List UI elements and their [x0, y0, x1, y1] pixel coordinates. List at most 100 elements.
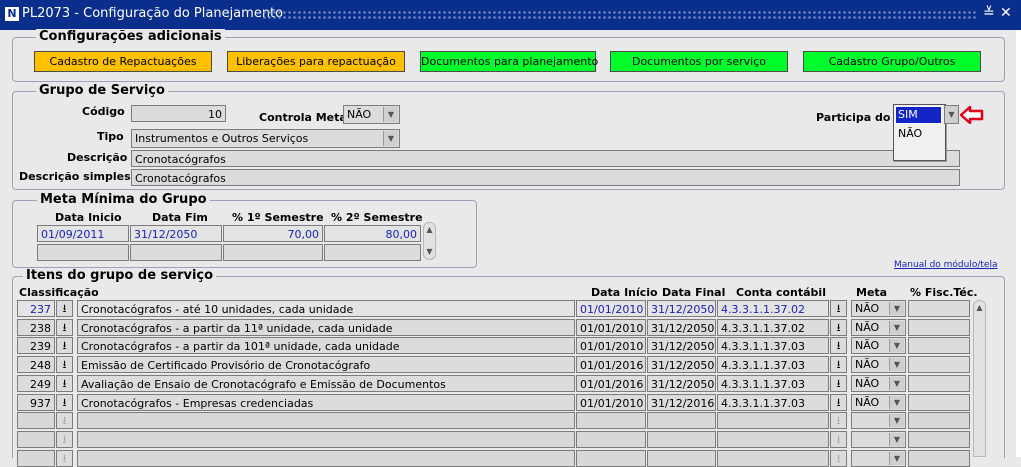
item-fisc-field[interactable] — [908, 356, 970, 373]
codigo-field[interactable]: 10 — [131, 105, 226, 122]
chevron-down-icon[interactable]: ▼ — [944, 105, 959, 124]
download-icon[interactable]: ⭳ — [830, 431, 847, 448]
cadastro-repactuacoes-button[interactable]: Cadastro de Repactuações — [34, 51, 212, 72]
item-code-field[interactable]: 238 — [17, 319, 55, 336]
item-conta-field[interactable]: 4.3.3.1.1.37.03 — [717, 337, 829, 354]
item-fisc-field[interactable] — [908, 450, 970, 467]
download-icon[interactable]: ⭳ — [56, 319, 73, 336]
chevron-down-icon[interactable]: ▼ — [889, 339, 904, 352]
item-data-inicio-field[interactable]: 01/01/2016 — [576, 375, 646, 392]
item-conta-field[interactable] — [717, 431, 829, 448]
item-conta-field[interactable]: 4.3.3.1.1.37.03 — [717, 394, 829, 411]
item-code-field[interactable]: 239 — [17, 337, 55, 354]
item-data-inicio-field[interactable]: 01/01/2010 — [576, 394, 646, 411]
item-data-inicio-field[interactable]: 01/01/2016 — [576, 356, 646, 373]
descricao-field[interactable]: Cronotacógrafos — [131, 150, 960, 167]
item-data-final-field[interactable] — [647, 450, 716, 467]
item-description-field[interactable]: Avaliação de Ensaio de Cronotacógrafo e … — [77, 375, 575, 392]
item-meta-select[interactable]: NÃO ▼ — [851, 394, 906, 411]
chevron-down-icon[interactable]: ▼ — [889, 321, 904, 334]
chevron-down-icon[interactable]: ▼ — [889, 433, 904, 446]
item-description-field[interactable] — [77, 450, 575, 467]
documentos-servico-button[interactable]: Documentos por serviço — [610, 51, 788, 72]
item-meta-select[interactable]: ▼ — [851, 431, 906, 448]
item-description-field[interactable]: Cronotacógrafos - a partir da 101ª unida… — [77, 337, 575, 354]
item-data-final-field[interactable]: 31/12/2050 — [647, 356, 716, 373]
descricao-simples-field[interactable]: Cronotacógrafos — [131, 169, 960, 186]
item-code-field[interactable]: 937 — [17, 394, 55, 411]
item-meta-select[interactable]: ▼ — [851, 412, 906, 429]
item-data-final-field[interactable] — [647, 431, 716, 448]
item-code-field[interactable] — [17, 431, 55, 448]
item-data-final-field[interactable]: 31/12/2050 — [647, 319, 716, 336]
item-data-inicio-field[interactable] — [576, 450, 646, 467]
item-description-field[interactable]: Emissão de Certificado Provisório de Cro… — [77, 356, 575, 373]
item-description-field[interactable]: Cronotacógrafos - Empresas credenciadas — [77, 394, 575, 411]
download-icon[interactable]: ⭳ — [56, 375, 73, 392]
download-icon[interactable]: ⭳ — [56, 431, 73, 448]
cadastro-grupo-button[interactable]: Cadastro Grupo/Outros — [803, 51, 981, 72]
documentos-planejamento-button[interactable]: Documentos para planejamento — [420, 51, 598, 72]
close-icon[interactable]: ✕ — [1000, 5, 1012, 21]
item-description-field[interactable]: Cronotacógrafos - a partir da 11ª unidad… — [77, 319, 575, 336]
participa-option-nao[interactable]: NÃO — [896, 126, 941, 142]
item-fisc-field[interactable] — [908, 337, 970, 354]
download-icon[interactable]: ⭳ — [56, 356, 73, 373]
item-description-field[interactable] — [77, 412, 575, 429]
minimize-icon[interactable]: ≚ — [983, 5, 995, 21]
meta-empty-field[interactable] — [223, 244, 323, 261]
item-meta-select[interactable]: NÃO ▼ — [851, 300, 906, 317]
controla-meta-select[interactable]: NÃO ▼ — [343, 105, 400, 124]
participa-option-sim[interactable]: SIM — [895, 106, 942, 124]
item-data-final-field[interactable]: 31/12/2050 — [647, 300, 716, 317]
item-meta-select[interactable]: NÃO ▼ — [851, 375, 906, 392]
download-icon[interactable]: ⭳ — [830, 356, 847, 373]
item-meta-select[interactable]: NÃO ▼ — [851, 319, 906, 336]
item-data-inicio-field[interactable] — [576, 412, 646, 429]
tipo-select[interactable]: Instrumentos e Outros Serviços ▼ — [131, 129, 400, 148]
meta-empty-field[interactable] — [37, 244, 129, 261]
scroll-down-icon[interactable]: ▼ — [424, 246, 435, 258]
item-fisc-field[interactable] — [908, 319, 970, 336]
chevron-down-icon[interactable]: ▼ — [889, 452, 904, 465]
item-conta-field[interactable]: 4.3.3.1.1.37.02 — [717, 319, 829, 336]
itens-scrollbar[interactable]: ▲ — [973, 300, 986, 457]
item-meta-select[interactable]: NÃO ▼ — [851, 337, 906, 354]
item-data-inicio-field[interactable] — [576, 431, 646, 448]
manual-link[interactable]: Manual do módulo/tela — [894, 260, 997, 270]
meta-empty-field[interactable] — [130, 244, 222, 261]
item-meta-select[interactable]: ▼ — [851, 450, 906, 467]
download-icon[interactable]: ⭳ — [830, 337, 847, 354]
item-data-final-field[interactable]: 31/12/2016 — [647, 394, 716, 411]
item-fisc-field[interactable] — [908, 394, 970, 411]
item-code-field[interactable]: 248 — [17, 356, 55, 373]
item-description-field[interactable]: Cronotacógrafos - até 10 unidades, cada … — [77, 300, 575, 317]
download-icon[interactable]: ⭳ — [56, 450, 73, 467]
item-code-field[interactable] — [17, 450, 55, 467]
meta-sem2-field[interactable]: 80,00 — [324, 225, 421, 242]
download-icon[interactable]: ⭳ — [830, 412, 847, 429]
download-icon[interactable]: ⭳ — [830, 394, 847, 411]
item-conta-field[interactable] — [717, 412, 829, 429]
item-data-inicio-field[interactable]: 01/01/2010 — [576, 300, 646, 317]
item-conta-field[interactable]: 4.3.3.1.1.37.03 — [717, 356, 829, 373]
item-fisc-field[interactable] — [908, 412, 970, 429]
meta-scrollbar[interactable]: ▲ ▼ — [423, 222, 436, 260]
item-code-field[interactable]: 237 — [17, 300, 55, 317]
item-data-inicio-field[interactable]: 01/01/2010 — [576, 319, 646, 336]
item-data-final-field[interactable]: 31/12/2050 — [647, 337, 716, 354]
liberacoes-button[interactable]: Liberações para repactuação — [227, 51, 405, 72]
item-code-field[interactable] — [17, 412, 55, 429]
item-conta-field[interactable]: 4.3.3.1.1.37.02 — [717, 300, 829, 317]
download-icon[interactable]: ⭳ — [56, 394, 73, 411]
meta-data-fim-field[interactable]: 31/12/2050 — [130, 225, 222, 242]
chevron-down-icon[interactable]: ▼ — [889, 302, 904, 315]
item-description-field[interactable] — [77, 431, 575, 448]
meta-sem1-field[interactable]: 70,00 — [223, 225, 323, 242]
chevron-down-icon[interactable]: ▼ — [889, 358, 904, 371]
download-icon[interactable]: ⭳ — [830, 450, 847, 467]
item-conta-field[interactable]: 4.3.3.1.1.37.03 — [717, 375, 829, 392]
download-icon[interactable]: ⭳ — [830, 319, 847, 336]
download-icon[interactable]: ⭳ — [830, 375, 847, 392]
item-meta-select[interactable]: NÃO ▼ — [851, 356, 906, 373]
